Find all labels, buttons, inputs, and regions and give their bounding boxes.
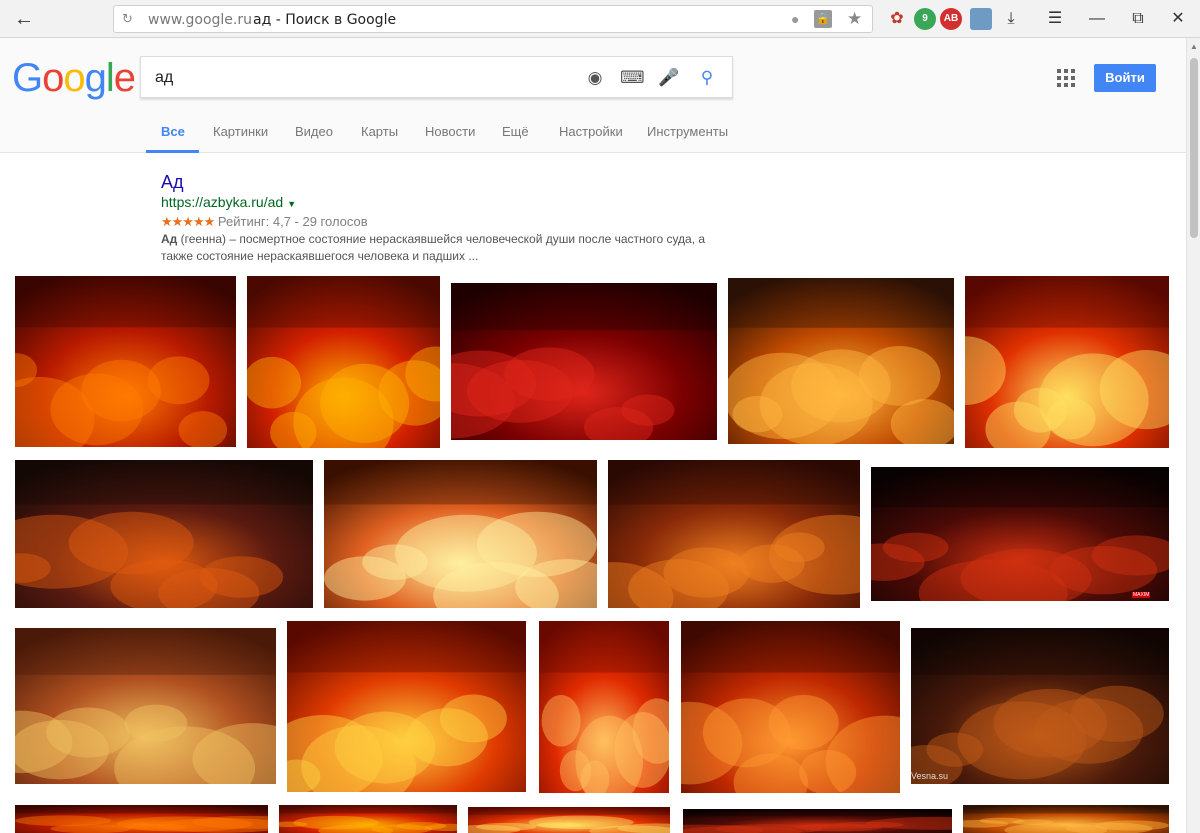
scroll-thumb[interactable] bbox=[1190, 58, 1198, 238]
close-icon[interactable]: ✕ bbox=[1166, 7, 1190, 31]
snippet-line-1: (геенна) – посмертное состояние нераская… bbox=[177, 232, 706, 246]
bookmark-star-icon[interactable]: ★ bbox=[847, 9, 862, 29]
ladybug-extension-icon[interactable]: ✿ bbox=[886, 8, 908, 30]
image-thumbnail[interactable] bbox=[681, 621, 900, 793]
back-arrow-icon[interactable]: ← bbox=[12, 7, 36, 31]
reload-icon[interactable]: ↻ bbox=[122, 11, 133, 27]
tab-video[interactable]: Видео bbox=[295, 124, 333, 139]
snippet-keyword: Ад bbox=[161, 232, 178, 246]
image-thumbnail[interactable] bbox=[728, 278, 954, 444]
result-snippet: Ад (геенна) – посмертное состояние нерас… bbox=[161, 231, 741, 265]
logo-letter: o bbox=[63, 56, 85, 100]
logo-letter: G bbox=[12, 56, 43, 100]
google-header: Google ад ◉ ⌨ 🎤 ⚲ Войти Все Картинки Вид… bbox=[0, 38, 1186, 153]
tab-more[interactable]: Ещё bbox=[502, 124, 529, 139]
result-title[interactable]: Ад bbox=[161, 172, 741, 192]
image-thumbnail[interactable] bbox=[451, 283, 717, 440]
logo-letter: o bbox=[42, 56, 64, 100]
tab-all[interactable]: Все bbox=[161, 124, 185, 139]
image-thumbnail[interactable] bbox=[247, 276, 440, 448]
address-domain: www.google.ru bbox=[148, 12, 253, 28]
rating-stars-icon: ★★★★★ bbox=[161, 214, 215, 229]
keyboard-icon[interactable]: ⌨ bbox=[620, 66, 645, 90]
google-logo[interactable]: Google bbox=[12, 56, 136, 101]
menu-icon[interactable]: ☰ bbox=[1043, 7, 1067, 31]
image-thumbnail[interactable] bbox=[608, 460, 860, 608]
image-extension-icon[interactable] bbox=[970, 8, 992, 30]
result-url-text: https://azbyka.ru/ad bbox=[161, 194, 284, 210]
search-box[interactable]: ад ◉ ⌨ 🎤 ⚲ bbox=[140, 56, 733, 98]
active-tab-indicator bbox=[146, 150, 199, 153]
image-thumbnail[interactable] bbox=[15, 276, 236, 447]
image-thumbnail[interactable] bbox=[539, 621, 669, 793]
image-thumbnail[interactable] bbox=[965, 276, 1169, 448]
microphone-icon[interactable]: 🎤 bbox=[657, 66, 681, 90]
rating-text: Рейтинг: 4,7 - 29 голосов bbox=[217, 214, 368, 229]
image-thumbnail[interactable] bbox=[871, 467, 1169, 601]
location-pin-icon[interactable]: ● bbox=[791, 11, 799, 27]
search-input[interactable]: ад bbox=[155, 69, 173, 87]
tab-settings[interactable]: Настройки bbox=[559, 124, 623, 139]
page-scrollbar[interactable]: ▲ bbox=[1186, 38, 1200, 833]
lock-icon[interactable]: 🔒 bbox=[814, 10, 832, 28]
result-rating: ★★★★★ Рейтинг: 4,7 - 29 голосов bbox=[161, 213, 741, 230]
tab-tools[interactable]: Инструменты bbox=[647, 124, 728, 139]
camera-icon[interactable]: ◉ bbox=[583, 66, 607, 90]
image-thumbnail[interactable] bbox=[911, 628, 1169, 784]
logo-letter: e bbox=[113, 56, 136, 100]
image-thumbnail[interactable] bbox=[324, 460, 597, 608]
logo-letter: l bbox=[105, 56, 115, 100]
browser-toolbar: ← ↻ www.google.ru ад - Поиск в Google ● … bbox=[0, 0, 1200, 38]
image-watermark: Vesna.su bbox=[911, 771, 949, 781]
image-thumbnail[interactable] bbox=[15, 805, 268, 833]
tab-news[interactable]: Новости bbox=[425, 124, 475, 139]
address-bar[interactable]: ↻ www.google.ru ад - Поиск в Google ● 🔒 … bbox=[113, 5, 873, 33]
download-icon[interactable]: ⤓ bbox=[999, 7, 1023, 31]
image-thumbnail[interactable] bbox=[15, 460, 313, 608]
tab-images[interactable]: Картинки bbox=[213, 124, 268, 139]
image-thumbnail[interactable] bbox=[683, 809, 952, 833]
snippet-line-2: также состояние нераскаявшегося человека… bbox=[161, 249, 479, 263]
restore-icon[interactable]: ⧉ bbox=[1126, 7, 1150, 31]
image-thumbnail[interactable] bbox=[15, 628, 276, 784]
shield-extension-icon[interactable]: 9 bbox=[914, 8, 936, 30]
signin-button[interactable]: Войти bbox=[1094, 64, 1156, 92]
search-icon[interactable]: ⚲ bbox=[695, 66, 719, 90]
image-thumbnail[interactable] bbox=[287, 621, 526, 792]
image-thumbnail[interactable] bbox=[468, 807, 670, 833]
apps-grid-icon[interactable] bbox=[1057, 69, 1075, 87]
address-page-title: ад - Поиск в Google bbox=[253, 12, 397, 28]
image-thumbnail[interactable] bbox=[279, 805, 457, 833]
tab-maps[interactable]: Карты bbox=[361, 124, 398, 139]
minimize-icon[interactable]: — bbox=[1085, 7, 1109, 31]
url-dropdown-icon[interactable]: ▼ bbox=[287, 199, 296, 209]
logo-letter: g bbox=[84, 56, 107, 100]
adblock-extension-icon[interactable]: AB bbox=[940, 8, 962, 30]
image-thumbnail[interactable] bbox=[963, 805, 1169, 833]
result-url[interactable]: https://azbyka.ru/ad ▼ bbox=[161, 193, 741, 213]
search-result: Ад https://azbyka.ru/ad ▼ ★★★★★ Рейтинг: … bbox=[161, 172, 741, 265]
scroll-up-arrow-icon[interactable]: ▲ bbox=[1190, 42, 1198, 51]
image-watermark: MAXIM bbox=[1132, 592, 1151, 598]
